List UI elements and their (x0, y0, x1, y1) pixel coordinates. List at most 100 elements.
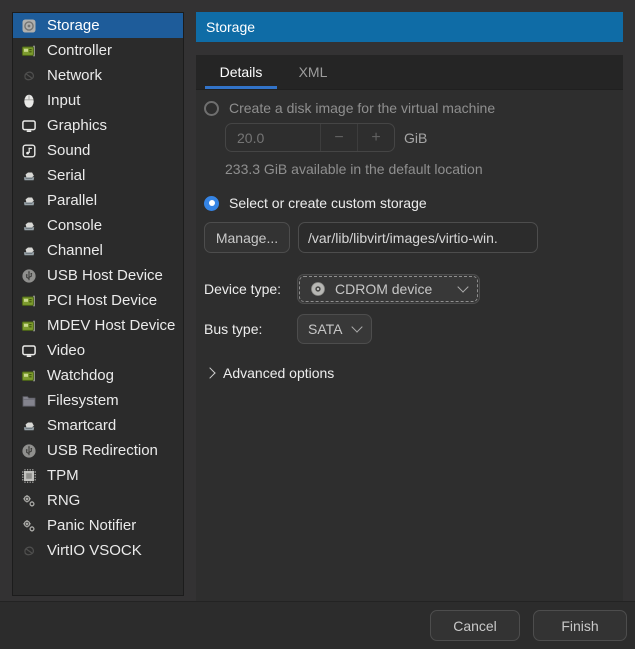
bus-type-label: Bus type: (204, 321, 263, 337)
storage-config-panel: Storage Details XML Create a disk image … (196, 12, 623, 601)
sidebar-item-tpm[interactable]: TPM (13, 463, 183, 488)
disk-size-unit-label: GiB (404, 129, 428, 146)
sidebar-item-label: Console (47, 217, 103, 234)
tab-details[interactable]: Details (205, 55, 277, 89)
storage-disk-icon (21, 18, 37, 34)
device-type-label: Device type: (204, 281, 282, 297)
sidebar-item-serial[interactable]: Serial (13, 163, 183, 188)
sidebar-item-label: Smartcard (47, 417, 117, 434)
smartcard-port-icon (21, 418, 37, 434)
sidebar-item-network[interactable]: Network (13, 63, 183, 88)
sidebar-item-label: RNG (47, 492, 81, 509)
custom-storage-radio-row[interactable]: Select or create custom storage (204, 195, 615, 211)
sidebar-item-label: PCI Host Device (47, 292, 158, 309)
details-tab-content: Create a disk image for the virtual mach… (196, 90, 623, 601)
disk-size-decrement-button[interactable]: − (320, 124, 357, 151)
create-disk-label: Create a disk image for the virtual mach… (229, 100, 496, 116)
sidebar-item-smartcard[interactable]: Smartcard (13, 413, 183, 438)
sidebar-item-label: Video (47, 342, 86, 359)
sidebar-item-usb-host-device[interactable]: USB Host Device (13, 263, 183, 288)
disk-size-input[interactable] (226, 124, 320, 151)
available-space-note: 233.3 GiB available in the default locat… (225, 161, 483, 177)
plus-icon: + (371, 128, 381, 146)
sidebar-item-virtio-vsock[interactable]: VirtIO VSOCK (13, 538, 183, 563)
cdrom-disc-icon (310, 281, 326, 297)
channel-port-icon (21, 243, 37, 259)
tab-xml[interactable]: XML (277, 55, 349, 89)
device-type-dropdown[interactable]: CDROM device (297, 274, 480, 304)
chevron-right-icon (204, 367, 216, 379)
finish-button[interactable]: Finish (533, 610, 627, 641)
filesystem-folder-icon (21, 393, 37, 409)
device-type-row: Device type: CDROM device (204, 274, 615, 304)
storage-path-input[interactable] (298, 222, 538, 253)
parallel-port-icon (21, 193, 37, 209)
console-port-icon (21, 218, 37, 234)
bus-type-row: Bus type: SATA (204, 314, 615, 344)
sidebar-item-graphics[interactable]: Graphics (13, 113, 183, 138)
vsock-icon (21, 543, 37, 559)
sidebar-item-input[interactable]: Input (13, 88, 183, 113)
disk-size-row: − + GiB (225, 123, 615, 152)
chevron-down-icon (351, 321, 363, 333)
sidebar-item-label: MDEV Host Device (47, 317, 176, 334)
sidebar-item-label: USB Redirection (47, 442, 158, 459)
sidebar-item-label: USB Host Device (47, 267, 163, 284)
page-title-bar: Storage (196, 12, 623, 42)
sidebar-item-label: Panic Notifier (47, 517, 137, 534)
tab-xml-label: XML (298, 64, 328, 80)
sidebar-item-video[interactable]: Video (13, 338, 183, 363)
manage-button[interactable]: Manage... (204, 222, 290, 253)
usb-icon (21, 268, 37, 284)
input-mouse-icon (21, 93, 37, 109)
sidebar-item-label: Graphics (47, 117, 108, 134)
custom-storage-label: Select or create custom storage (229, 195, 427, 211)
sidebar-item-rng[interactable]: RNG (13, 488, 183, 513)
dialog-action-bar: Cancel Finish (0, 601, 635, 649)
video-monitor-icon (21, 343, 37, 359)
sidebar-item-controller[interactable]: Controller (13, 38, 183, 63)
custom-storage-radio[interactable] (204, 195, 219, 211)
panic-gears-icon (21, 518, 37, 534)
advanced-options-expander[interactable]: Advanced options (204, 365, 615, 381)
serial-port-icon (21, 168, 37, 184)
sidebar-item-panic-notifier[interactable]: Panic Notifier (13, 513, 183, 538)
sidebar-item-storage[interactable]: Storage (13, 13, 183, 38)
cancel-button[interactable]: Cancel (430, 610, 520, 641)
sidebar-item-usb-redirection[interactable]: USB Redirection (13, 438, 183, 463)
bus-type-value: SATA (308, 321, 343, 337)
create-disk-radio[interactable] (204, 100, 219, 116)
sidebar-item-label: Input (47, 92, 81, 109)
sidebar-item-label: VirtIO VSOCK (47, 542, 142, 559)
sidebar-item-label: Controller (47, 42, 113, 59)
tab-details-label: Details (219, 64, 263, 80)
sidebar-item-filesystem[interactable]: Filesystem (13, 388, 183, 413)
tab-bar: Details XML (196, 55, 623, 90)
sidebar-item-label: Storage (47, 17, 100, 34)
sidebar-item-label: Parallel (47, 192, 98, 209)
disk-size-increment-button[interactable]: + (357, 124, 394, 151)
page-title: Storage (206, 19, 256, 35)
sidebar-item-console[interactable]: Console (13, 213, 183, 238)
bus-type-dropdown[interactable]: SATA (297, 314, 372, 344)
sidebar-item-channel[interactable]: Channel (13, 238, 183, 263)
minus-icon: − (334, 128, 344, 146)
add-new-virtual-hardware-dialog: Storage Controller Network Input Graphic… (0, 0, 635, 649)
sidebar-item-mdev-host-device[interactable]: MDEV Host Device (13, 313, 183, 338)
hardware-type-listbox: Storage Controller Network Input Graphic… (13, 13, 183, 563)
sidebar-item-parallel[interactable]: Parallel (13, 188, 183, 213)
sidebar-item-pci-host-device[interactable]: PCI Host Device (13, 288, 183, 313)
tpm-chip-icon (21, 468, 37, 484)
sidebar-item-label: Serial (47, 167, 86, 184)
device-type-value: CDROM device (335, 281, 433, 297)
rng-gears-icon (21, 493, 37, 509)
sidebar-item-label: Channel (47, 242, 103, 259)
sidebar-item-sound[interactable]: Sound (13, 138, 183, 163)
sidebar-item-label: TPM (47, 467, 79, 484)
hardware-type-list: Storage Controller Network Input Graphic… (12, 12, 184, 596)
sidebar-item-label: Filesystem (47, 392, 119, 409)
advanced-options-label: Advanced options (223, 365, 335, 381)
sidebar-item-watchdog[interactable]: Watchdog (13, 363, 183, 388)
chevron-down-icon (457, 281, 469, 293)
create-disk-radio-row[interactable]: Create a disk image for the virtual mach… (204, 100, 615, 116)
